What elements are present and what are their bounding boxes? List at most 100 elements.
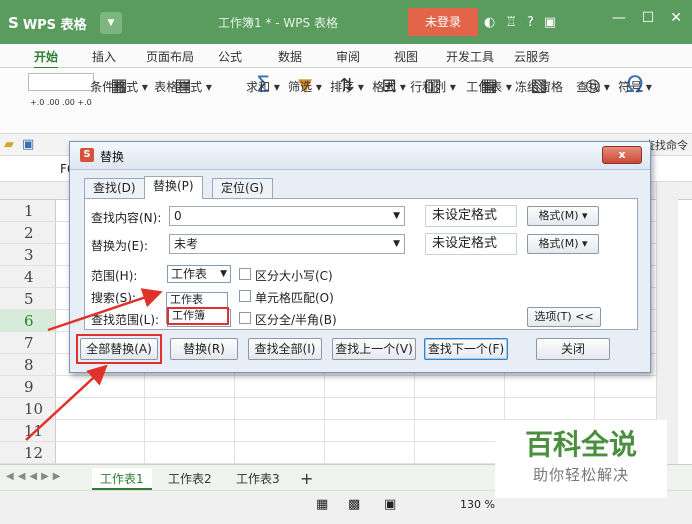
chevron-down-icon[interactable]: ▼ — [393, 207, 400, 225]
shirt-icon[interactable]: ♖ — [505, 15, 517, 30]
match-width-label: 区分全/半角(B) — [255, 313, 337, 327]
save-icon[interactable]: ▣ — [22, 137, 34, 152]
row-header[interactable]: 8 — [0, 354, 56, 376]
find-all-button[interactable]: 查找全部(I) — [248, 338, 322, 360]
match-cell-checkbox[interactable] — [239, 290, 251, 302]
tab-page-layout[interactable]: 页面布局 — [146, 48, 194, 65]
replace-button[interactable]: 替换(R) — [170, 338, 238, 360]
match-width-checkbox[interactable] — [239, 312, 251, 324]
sheet-tab-3[interactable]: 工作表3 — [228, 468, 288, 490]
scope-select[interactable]: 工作表 ▼ — [167, 265, 231, 283]
dialog-close-button[interactable]: x — [602, 146, 642, 164]
format-button[interactable]: ⊞ 格式 ▾ — [372, 72, 406, 98]
decimal-buttons[interactable]: +.0 .00 .00 +.0 — [30, 98, 92, 107]
row-header[interactable]: 9 — [0, 376, 56, 398]
font-size-box[interactable] — [28, 73, 94, 91]
tab-replace[interactable]: 替换(P) — [144, 176, 203, 199]
match-case-checkbox[interactable] — [239, 268, 251, 280]
symbol-button[interactable]: Ω 符号 ▾ — [618, 72, 652, 98]
tab-view[interactable]: 视图 — [394, 48, 418, 65]
row-col-button[interactable]: ▥ 行和列 ▾ — [410, 72, 456, 98]
sum-button[interactable]: Σ 求和 ▾ — [246, 72, 280, 98]
tab-cloud[interactable]: 云服务 — [514, 48, 550, 65]
row-header[interactable]: 11 — [0, 420, 56, 442]
dialog-title-bar[interactable]: S 替换 x — [70, 142, 650, 170]
sort-button[interactable]: ⇅ 排序 ▾ — [330, 72, 364, 98]
row-header[interactable]: 3 — [0, 244, 56, 266]
app-logo[interactable]: S WPS 表格 — [8, 12, 87, 34]
tab-formula[interactable]: 公式 — [218, 48, 242, 65]
page-break-icon[interactable]: ▣ — [384, 497, 396, 512]
row-header[interactable]: 5 — [0, 288, 56, 310]
wps-logo-icon: S — [8, 14, 19, 32]
row-header[interactable]: 4 — [0, 266, 56, 288]
chevron-down-icon[interactable]: ▼ — [393, 235, 400, 253]
normal-view-icon[interactable]: ▦ — [316, 497, 328, 512]
zoom-level: 130 % — [460, 498, 495, 511]
help-icon[interactable]: ? — [527, 15, 534, 30]
find-what-input[interactable]: 0 ▼ — [169, 206, 405, 226]
replace-dialog: S 替换 x 查找(D) 替换(P) 定位(G) 查找内容(N): 0 ▼ 未设定… — [69, 141, 651, 373]
find-what-value: 0 — [174, 209, 182, 223]
filter-button[interactable]: ▼ 筛选 ▾ — [288, 72, 322, 98]
wps-dialog-icon: S — [80, 148, 94, 162]
scope-dropdown-list: 工作表 工作簿 — [166, 292, 229, 325]
scope-option-workbook[interactable]: 工作簿 — [167, 307, 229, 325]
skin-icon[interactable]: ◐ — [484, 15, 495, 30]
dialog-title: 替换 — [100, 150, 125, 164]
freeze-button[interactable]: ▧ 冻结窗格 — [515, 72, 563, 98]
add-sheet-button[interactable]: + — [292, 468, 321, 490]
find-format-button[interactable]: 格式(M) ▾ — [527, 206, 599, 226]
btn-label: 求和 — [246, 80, 271, 94]
table-style-button[interactable]: ▤ 表格样式 ▾ — [154, 72, 212, 98]
find-next-button[interactable]: 查找下一个(F) — [424, 338, 508, 360]
login-button[interactable]: 未登录 — [408, 8, 478, 36]
find-previous-button[interactable]: 查找上一个(V) — [332, 338, 416, 360]
scope-option-sheet[interactable]: 工作表 — [170, 293, 227, 307]
tab-data[interactable]: 数据 — [278, 48, 302, 65]
tab-developer[interactable]: 开发工具 — [446, 48, 494, 65]
btn-label: 格式 — [372, 80, 397, 94]
sheet-nav-arrows[interactable]: ◀◀◀▶▶ — [6, 471, 64, 482]
btn-label: 表格样式 — [154, 80, 203, 94]
app-name: WPS 表格 — [22, 17, 87, 33]
row-header[interactable]: 2 — [0, 222, 56, 244]
conditional-format-button[interactable]: ▦ 条件格式 ▾ — [90, 72, 148, 98]
find-what-label: 查找内容(N): — [91, 211, 162, 225]
tab-find[interactable]: 查找(D) — [84, 178, 145, 198]
row-header[interactable]: 1 — [0, 200, 56, 222]
tab-insert[interactable]: 插入 — [92, 48, 116, 65]
tab-review[interactable]: 审阅 — [336, 48, 360, 65]
dialog-close-btn[interactable]: 关闭 — [536, 338, 610, 360]
find-button[interactable]: ◎ 查找 ▾ — [576, 72, 610, 98]
decrease-decimal: .00 +.0 — [62, 98, 92, 107]
close-icon[interactable]: ✕ — [670, 10, 682, 26]
replace-with-input[interactable]: 未考 ▼ — [169, 234, 405, 254]
match-cell-label: 单元格匹配(O) — [255, 291, 334, 305]
menu-bar: 开始 插入 页面布局 公式 数据 审阅 视图 开发工具 云服务 — [0, 44, 692, 69]
sheet-tab-1[interactable]: 工作表1 — [92, 468, 152, 490]
row-header[interactable]: 7 — [0, 332, 56, 354]
title-bar: S WPS 表格 ▼ 工作簿1 * - WPS 表格 未登录 ◐ ♖ ? ▣ — … — [0, 0, 692, 44]
tab-goto[interactable]: 定位(G) — [212, 178, 273, 198]
replace-format-button[interactable]: 格式(M) ▾ — [527, 234, 599, 254]
btn-label: 符号 — [618, 80, 643, 94]
scope-label: 范围(H): — [91, 269, 138, 283]
app-menu-dropdown-icon[interactable]: ▼ — [100, 12, 122, 34]
ribbon-collapse-icon[interactable]: ▣ — [544, 15, 556, 30]
row-header[interactable]: 12 — [0, 442, 56, 464]
increase-decimal: +.0 .00 — [30, 98, 60, 107]
sheet-tab-2[interactable]: 工作表2 — [160, 468, 220, 490]
row-header[interactable]: 6 — [0, 310, 56, 332]
worksheet-button[interactable]: ▦ 工作表 ▾ — [466, 72, 512, 98]
page-layout-icon[interactable]: ▩ — [348, 497, 360, 512]
find-format-status: 未设定格式 — [425, 205, 517, 227]
row-header[interactable]: 10 — [0, 398, 56, 420]
chevron-down-icon: ▼ — [220, 269, 227, 279]
options-button[interactable]: 选项(T) << — [527, 307, 601, 327]
open-folder-icon[interactable]: ▰ — [4, 137, 14, 152]
grid-line — [56, 375, 656, 376]
tab-home[interactable]: 开始 — [34, 48, 59, 69]
maximize-icon[interactable]: ☐ — [642, 10, 655, 26]
minimize-icon[interactable]: — — [612, 10, 626, 26]
